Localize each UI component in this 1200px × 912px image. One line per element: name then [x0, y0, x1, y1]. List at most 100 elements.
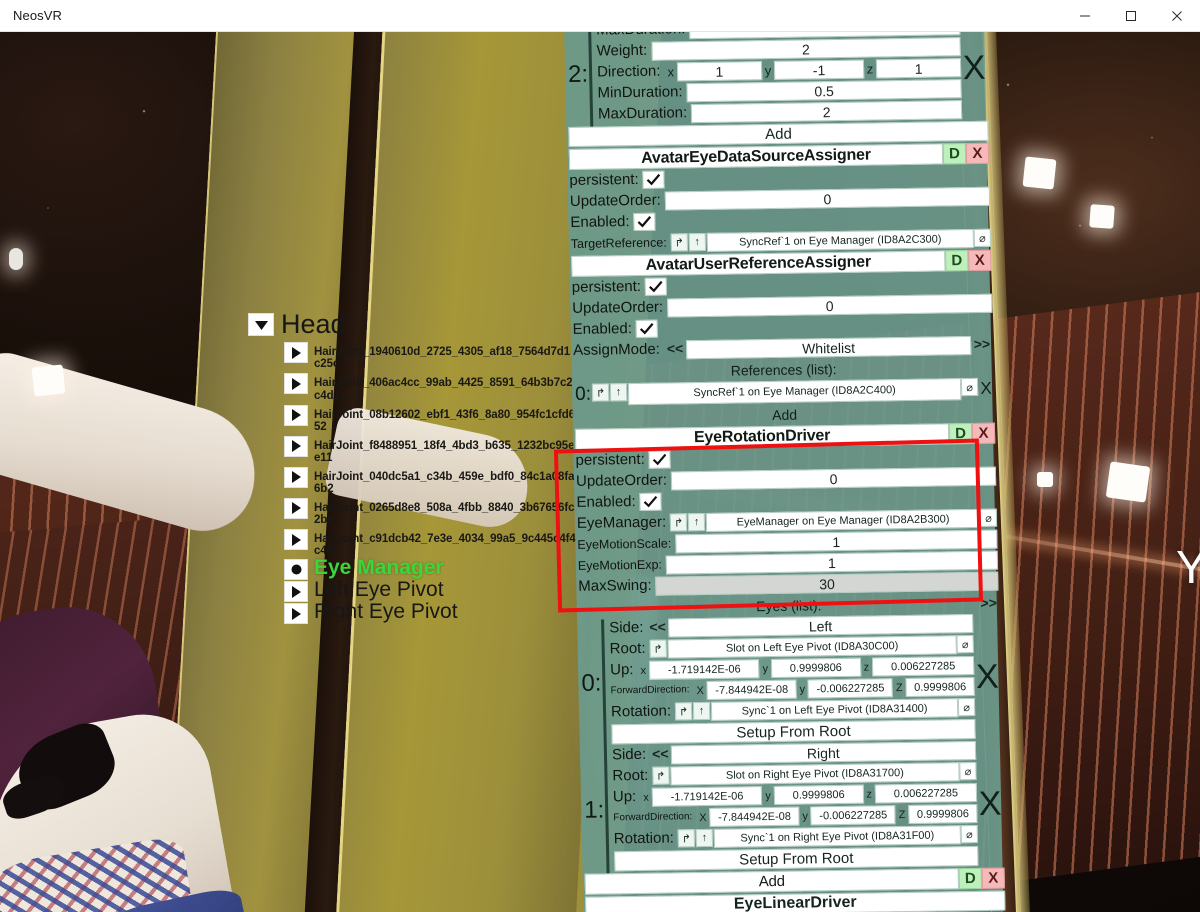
- chevron-down-icon[interactable]: [248, 313, 274, 336]
- clear-reference-icon[interactable]: ⌀: [979, 508, 998, 527]
- enum-prev-button[interactable]: <<: [647, 619, 668, 638]
- tree-row-joint-0[interactable]: HairJoint_1940610d_2725_4305_af18_7564d7…: [248, 342, 588, 370]
- reference-value[interactable]: SyncRef`1 on Eye Manager (ID8A2C300): [706, 228, 975, 252]
- hierarchy-tree[interactable]: Head HairJoint_1940610d_2725_4305_af18_7…: [248, 310, 588, 625]
- redo-icon[interactable]: ↱: [674, 702, 693, 721]
- updateorder-value[interactable]: 0: [664, 186, 991, 211]
- field-row-side[interactable]: Side: << Left: [609, 614, 974, 638]
- chevron-right-icon[interactable]: [284, 603, 308, 625]
- updateorder-value[interactable]: 0: [666, 293, 993, 318]
- reference-value[interactable]: SyncRef`1 on Eye Manager (ID8A2C400): [627, 378, 962, 406]
- field-row-rotation[interactable]: Rotation: ↱ ↑ Sync`1 on Right Eye Pivot …: [614, 824, 979, 849]
- up-arrow-icon[interactable]: ↑: [687, 512, 706, 532]
- tree-row-eye-manager[interactable]: Eye Manager: [248, 557, 588, 581]
- persistent-checkbox[interactable]: [648, 450, 671, 469]
- redo-icon[interactable]: ↱: [669, 513, 688, 532]
- up-y-value[interactable]: 0.9999806: [773, 784, 864, 805]
- tree-row-head[interactable]: Head: [248, 310, 588, 338]
- up-arrow-icon[interactable]: ↑: [695, 828, 714, 848]
- reference-value[interactable]: EyeManager on Eye Manager (ID8A2B300): [705, 508, 981, 532]
- field-row-direction[interactable]: Direction: x 1 y -1 z 1: [597, 58, 962, 82]
- field-row-side[interactable]: Side: << Right: [612, 740, 977, 765]
- redo-icon[interactable]: ↱: [649, 639, 667, 658]
- direction-y-value[interactable]: -1: [774, 59, 864, 80]
- delete-button[interactable]: X: [971, 422, 996, 445]
- side-value[interactable]: Right: [670, 740, 977, 765]
- up-arrow-icon[interactable]: ↑: [692, 701, 711, 721]
- field-row-forwarddirection[interactable]: ForwardDirection: X -7.844942E-08 y -0.0…: [610, 676, 975, 701]
- tree-row-joint-4[interactable]: HairJoint_040dc5a1_c34b_459e_bdf0_84c1a0…: [248, 466, 588, 495]
- circle-bullet-icon[interactable]: [284, 559, 308, 581]
- up-x-value[interactable]: -1.719142E-06: [648, 659, 760, 680]
- clear-reference-icon[interactable]: ⌀: [957, 697, 976, 717]
- side-value[interactable]: Left: [667, 614, 974, 638]
- maximize-button[interactable]: [1108, 0, 1154, 32]
- setup-from-root-button[interactable]: Setup From Root: [614, 845, 979, 872]
- chevron-right-icon[interactable]: [284, 581, 308, 603]
- direction-z-value[interactable]: 1: [876, 58, 962, 79]
- up-z-value[interactable]: 0.006227285: [874, 782, 978, 804]
- clear-reference-icon[interactable]: ⌀: [973, 228, 992, 247]
- fwd-y-value[interactable]: -0.006227285: [807, 678, 894, 699]
- fwd-x-value[interactable]: -7.844942E-08: [709, 806, 800, 827]
- fwd-z-value[interactable]: 0.9999806: [908, 803, 978, 824]
- remove-entry-icon[interactable]: X: [973, 614, 1002, 741]
- clear-reference-icon[interactable]: ⌀: [960, 824, 979, 844]
- root-value[interactable]: Slot on Right Eye Pivot (ID8A31700): [670, 762, 960, 786]
- enabled-checkbox[interactable]: [635, 319, 659, 338]
- setup-from-root-button[interactable]: Setup From Root: [611, 718, 976, 745]
- tree-row-joint-2[interactable]: HairJoint_08b12602_ebf1_43f6_8a80_954fc1…: [248, 404, 588, 433]
- field-row-up[interactable]: Up: x -1.719142E-06 y 0.9999806 z 0.0062…: [610, 656, 975, 680]
- field-row-weight[interactable]: Weight: 2: [596, 37, 961, 61]
- chevron-right-icon[interactable]: [284, 404, 308, 426]
- delete-button[interactable]: X: [965, 142, 990, 165]
- eyes-list-next-button[interactable]: >>: [980, 594, 997, 610]
- fwd-y-value[interactable]: -0.006227285: [810, 805, 896, 826]
- minimize-button[interactable]: [1062, 0, 1108, 32]
- persistent-checkbox[interactable]: [642, 170, 665, 189]
- field-row-maxduration[interactable]: MaxDuration: 2: [598, 100, 963, 124]
- enum-prev-button[interactable]: <<: [664, 340, 687, 359]
- up-y-value[interactable]: 0.9999806: [770, 657, 861, 679]
- redo-icon[interactable]: ↱: [591, 383, 610, 402]
- chevron-right-icon[interactable]: [284, 466, 308, 488]
- chevron-right-icon[interactable]: [284, 497, 308, 519]
- enabled-checkbox[interactable]: [633, 212, 656, 232]
- remove-entry-icon[interactable]: X: [976, 741, 1005, 868]
- tree-row-joint-3[interactable]: HairJoint_f8488951_18f4_4bd3_b635_1232bc…: [248, 435, 588, 464]
- updateorder-value[interactable]: 0: [670, 466, 997, 491]
- up-x-value[interactable]: -1.719142E-06: [651, 786, 763, 807]
- duplicate-button[interactable]: D: [958, 867, 983, 890]
- tree-row-joint-6[interactable]: HairJoint_c91dcb42_7e3e_4034_99a5_9c445c…: [248, 529, 588, 557]
- redo-icon[interactable]: ↱: [652, 766, 670, 785]
- clear-reference-icon[interactable]: ⌀: [956, 635, 974, 654]
- field-value[interactable]: 0.5: [686, 79, 962, 103]
- assignmode-value[interactable]: Whitelist: [686, 336, 972, 360]
- field-row-root[interactable]: Root: ↱ Slot on Right Eye Pivot (ID8A317…: [612, 761, 977, 786]
- delete-button[interactable]: X: [981, 867, 1006, 889]
- redo-icon[interactable]: ↱: [670, 233, 688, 252]
- field-row-minduration[interactable]: MinDuration: 0.5: [597, 79, 962, 103]
- field-row-forwarddirection[interactable]: ForwardDirection: X -7.844942E-08 y -0.0…: [613, 803, 978, 828]
- remove-entry-button[interactable]: X: [978, 378, 994, 400]
- tree-row-joint-1[interactable]: HairJoint_406ac4cc_99ab_4425_8591_64b3b7…: [248, 373, 588, 402]
- enum-next-button[interactable]: >>: [971, 336, 994, 355]
- tree-row-right-eye-pivot[interactable]: Right Eye Pivot: [248, 601, 588, 625]
- redo-icon[interactable]: ↱: [677, 829, 696, 848]
- chevron-right-icon[interactable]: [284, 529, 308, 551]
- clear-reference-icon[interactable]: ⌀: [959, 761, 977, 781]
- maxswing-value[interactable]: 30: [655, 571, 999, 596]
- close-button[interactable]: [1154, 0, 1200, 32]
- eyemotionscale-value[interactable]: 1: [675, 529, 998, 554]
- root-value[interactable]: Slot on Left Eye Pivot (ID8A30C00): [667, 635, 957, 659]
- tree-row-left-eye-pivot[interactable]: Left Eye Pivot: [248, 579, 588, 603]
- up-z-value[interactable]: 0.006227285: [871, 656, 975, 677]
- clear-reference-icon[interactable]: ⌀: [960, 377, 979, 397]
- component-inspector-panel[interactable]: 2: MaxDuration: Weight: 2 Direction: x 1: [563, 11, 1006, 912]
- chevron-right-icon[interactable]: [284, 342, 308, 364]
- fwd-x-value[interactable]: -7.844942E-08: [706, 679, 797, 700]
- duplicate-button[interactable]: D: [942, 143, 967, 165]
- eyemotionexp-value[interactable]: 1: [665, 550, 999, 575]
- tree-row-joint-5[interactable]: HairJoint_0265d8e8_508a_4fbb_8840_3b6765…: [248, 497, 588, 526]
- field-row-up[interactable]: Up: x -1.719142E-06 y 0.9999806 z 0.0062…: [613, 782, 978, 807]
